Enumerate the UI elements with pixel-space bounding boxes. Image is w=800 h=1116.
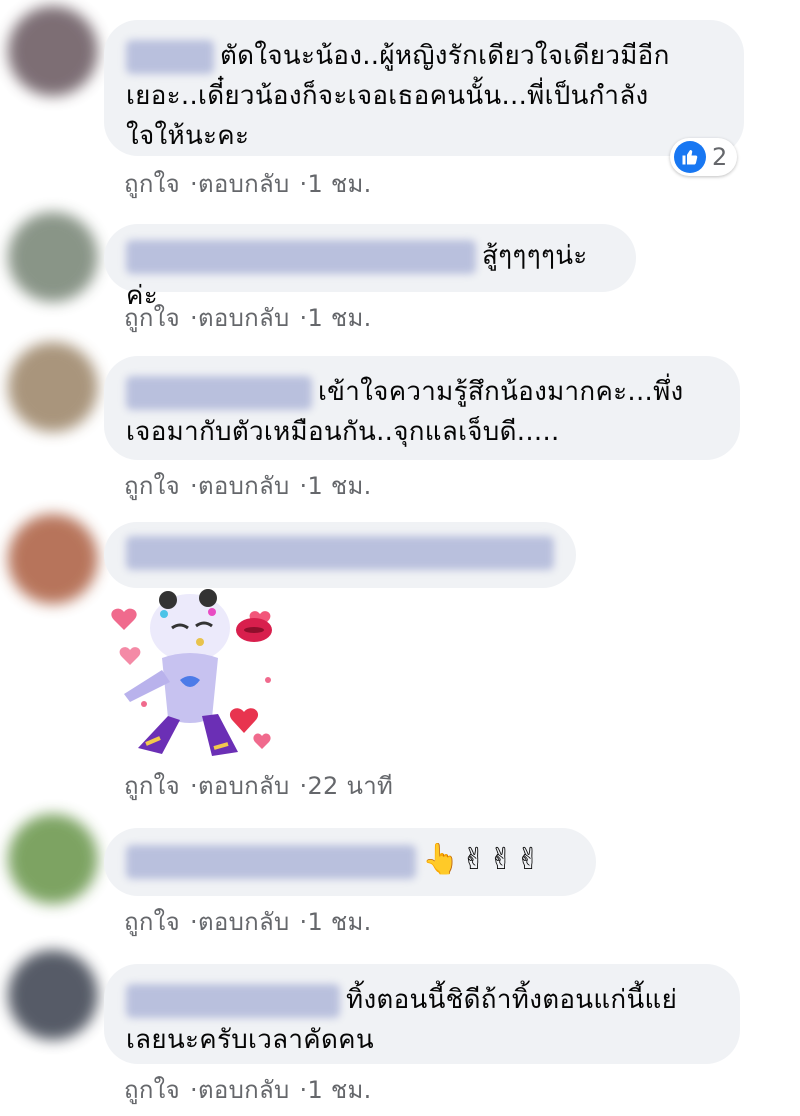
kissing-sticker[interactable] (104, 584, 280, 760)
timestamp[interactable]: 1 ชม. (307, 304, 371, 332)
comment-text-line-2: เยอะ..เดี๋ยวน้องก็จะเจอเธอคนนั้น...พี่เป… (126, 81, 649, 111)
avatar[interactable] (8, 6, 98, 96)
separator: · (190, 170, 198, 198)
comment-bubble: เข้าใจความรู้สึกน้องมากคะ...พึ่ง เจอมากั… (104, 356, 740, 460)
reply-link[interactable]: ตอบกลับ (198, 1076, 290, 1104)
avatar[interactable] (8, 950, 98, 1040)
reply-link[interactable]: ตอบกลับ (198, 772, 290, 800)
avatar[interactable] (8, 514, 98, 604)
comment-bubble: สู้ๆๆๆๆน่ะค่ะ (104, 224, 636, 311)
reaction-badge[interactable]: 2 (670, 138, 738, 176)
author-name[interactable] (126, 375, 312, 410)
emoji-text: 👆✌✌✌ (422, 842, 543, 877)
like-link[interactable]: ถูกใจ (124, 1076, 180, 1104)
author-name[interactable] (126, 39, 214, 74)
comment-actions: ถูกใจ ·ตอบกลับ ·1 ชม. (124, 902, 372, 941)
timestamp[interactable]: 22 นาที (307, 772, 393, 800)
comment-actions: ถูกใจ ·ตอบกลับ ·1 ชม. (124, 164, 372, 203)
timestamp[interactable]: 1 ชม. (307, 1076, 371, 1104)
timestamp[interactable]: 1 ชม. (307, 908, 371, 936)
like-icon (674, 141, 706, 173)
like-link[interactable]: ถูกใจ (124, 772, 180, 800)
like-link[interactable]: ถูกใจ (124, 304, 180, 332)
reply-link[interactable]: ตอบกลับ (198, 908, 290, 936)
timestamp[interactable]: 1 ชม. (307, 170, 371, 198)
comment-text-line-2: เจอมากับตัวเหมือนกัน..จุกแลเจ็บดี..... (126, 417, 560, 447)
comment-actions: ถูกใจ ·ตอบกลับ ·1 ชม. (124, 298, 372, 337)
comment-bubble: ทิ้งตอนนี้ชิดีถ้าทิ้งตอนแก่นี้แย่ เลยนะค… (104, 964, 740, 1064)
avatar[interactable] (8, 212, 98, 302)
avatar[interactable] (8, 342, 98, 432)
like-link[interactable]: ถูกใจ (124, 472, 180, 500)
like-link[interactable]: ถูกใจ (124, 908, 180, 936)
author-name[interactable] (126, 844, 416, 879)
comment-text-line-1: เข้าใจความรู้สึกน้องมากคะ...พึ่ง (318, 377, 684, 407)
separator: · (190, 472, 198, 500)
comment-actions: ถูกใจ ·ตอบกลับ ·1 ชม. (124, 466, 372, 505)
separator: · (190, 772, 198, 800)
author-name[interactable] (126, 536, 554, 570)
comment-bubble: 👆✌✌✌ (104, 828, 596, 896)
reply-link[interactable]: ตอบกลับ (198, 304, 290, 332)
comment-text-line-2: เลยนะครับเวลาคัดคน (126, 1025, 374, 1055)
comment-actions: ถูกใจ ·ตอบกลับ ·1 ชม. (124, 1070, 372, 1109)
comment-bubble (104, 522, 576, 588)
timestamp[interactable]: 1 ชม. (307, 472, 371, 500)
separator: · (190, 1076, 198, 1104)
like-link[interactable]: ถูกใจ (124, 170, 180, 198)
reply-link[interactable]: ตอบกลับ (198, 170, 290, 198)
avatar[interactable] (8, 814, 98, 904)
separator: · (190, 304, 198, 332)
comment-text-line-1: ทิ้งตอนนี้ชิดีถ้าทิ้งตอนแก่นี้แย่ (346, 985, 678, 1015)
comment-text-line-3: ใจให้นะคะ (126, 121, 250, 151)
comment-bubble: ตัดใจนะน้อง..ผู้หญิงรักเดียวใจเดียวมีอีก… (104, 20, 744, 156)
author-name[interactable] (126, 239, 476, 274)
comment-text-line-1: ตัดใจนะน้อง..ผู้หญิงรักเดียวใจเดียวมีอีก (220, 41, 670, 71)
reply-link[interactable]: ตอบกลับ (198, 472, 290, 500)
reaction-count: 2 (712, 143, 728, 171)
author-name[interactable] (126, 983, 340, 1018)
comment-actions: ถูกใจ ·ตอบกลับ ·22 นาที (124, 766, 393, 805)
separator: · (190, 908, 198, 936)
